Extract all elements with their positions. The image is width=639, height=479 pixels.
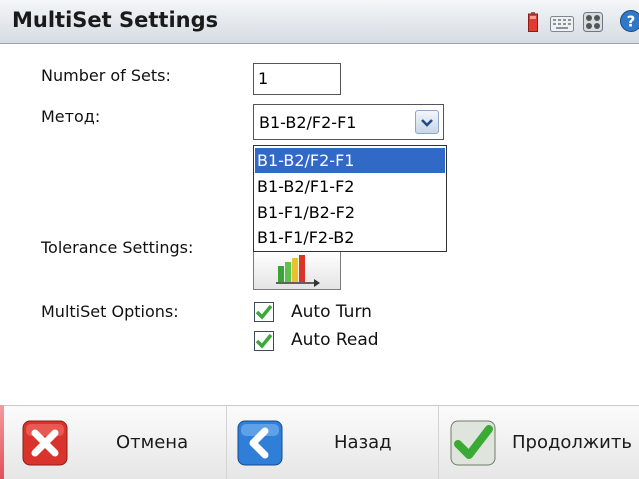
auto-turn-label[interactable]: Auto Turn	[291, 302, 372, 322]
bar-chart-icon	[276, 255, 320, 287]
method-selected-value: B1-B2/F2-F1	[259, 113, 357, 132]
checkmark-icon	[450, 420, 496, 466]
auto-read-checkbox[interactable]	[254, 331, 274, 351]
sets-input[interactable]: 1	[253, 63, 341, 95]
method-select[interactable]: B1-B2/F2-F1	[253, 104, 444, 140]
checkmark-icon	[255, 304, 273, 320]
chevron-left-icon	[237, 420, 283, 466]
cancel-label: Отмена	[116, 432, 189, 453]
bottom-toolbar: Отмена Назад Продолжить	[0, 405, 639, 479]
back-label: Назад	[334, 432, 392, 453]
continue-label: Продолжить	[512, 432, 632, 453]
close-icon	[22, 420, 68, 466]
auto-turn-checkbox[interactable]	[254, 302, 274, 322]
battery-icon[interactable]	[528, 12, 538, 32]
auto-read-label[interactable]: Auto Read	[291, 330, 379, 350]
svg-text:?: ?	[627, 13, 636, 31]
help-icon[interactable]: ?	[620, 10, 639, 32]
title-bar: MultiSet Settings ?	[0, 0, 639, 44]
method-option[interactable]: B1-B2/F1-F2	[255, 174, 445, 199]
tolerance-label: Tolerance Settings:	[41, 238, 194, 257]
tolerance-settings-button[interactable]	[253, 252, 341, 290]
window-title: MultiSet Settings	[12, 8, 219, 32]
method-dropdown-list: B1-B2/F2-F1 B1-B2/F1-F2 B1-F1/B2-F2 B1-F…	[253, 145, 447, 252]
method-option[interactable]: B1-F1/B2-F2	[255, 200, 445, 225]
options-label: MultiSet Options:	[41, 302, 179, 321]
method-label: Метод:	[41, 107, 101, 126]
network-icon[interactable]	[583, 12, 603, 32]
keyboard-icon[interactable]	[550, 16, 574, 32]
cancel-button[interactable]: Отмена	[0, 406, 224, 479]
edge-accent	[0, 405, 4, 479]
method-option[interactable]: B1-F1/F2-B2	[255, 225, 445, 250]
sets-label: Number of Sets:	[41, 66, 171, 85]
checkmark-icon	[255, 333, 273, 349]
method-dropdown-button[interactable]	[415, 110, 439, 134]
chevron-down-icon	[421, 119, 433, 127]
back-button[interactable]: Назад	[226, 406, 437, 479]
method-option[interactable]: B1-B2/F2-F1	[255, 148, 445, 173]
continue-button[interactable]: Продолжить	[438, 406, 639, 479]
